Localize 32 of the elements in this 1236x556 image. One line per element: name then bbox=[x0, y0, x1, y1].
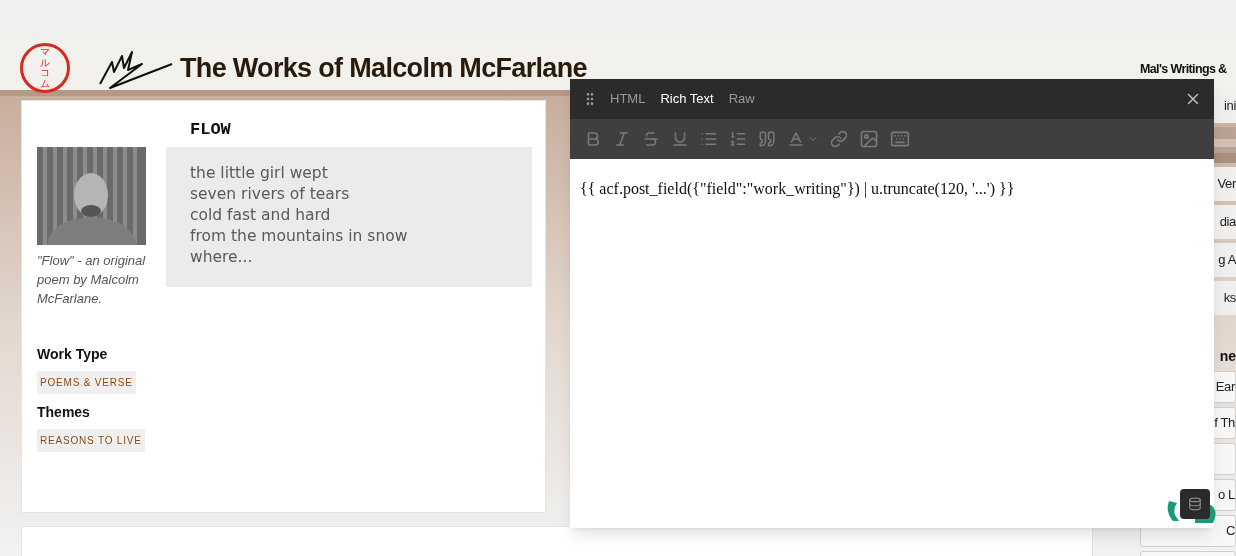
strikethrough-icon[interactable] bbox=[642, 130, 660, 148]
keyboard-icon[interactable] bbox=[890, 129, 910, 149]
term-tag[interactable]: REASONS TO LIVE bbox=[37, 429, 145, 452]
stamp-text: マルコム bbox=[40, 47, 50, 89]
text-color-button[interactable] bbox=[787, 130, 819, 148]
taxonomy-label: Themes bbox=[37, 403, 91, 422]
database-button[interactable] bbox=[1180, 489, 1210, 519]
poem-line: seven rivers of tears bbox=[190, 183, 351, 205]
editor-content[interactable]: {{ acf.post_field({"field":"work_writing"}) | u.truncate(120, '...') }} bbox=[580, 177, 1204, 201]
poem-line: from the mountains in snow bbox=[190, 225, 409, 247]
site-title: The Works of Malcolm McFarlane bbox=[180, 51, 587, 85]
poem-line: the little girl wept bbox=[190, 162, 329, 184]
editor-tab[interactable]: Rich Text bbox=[660, 89, 714, 109]
term-tag[interactable]: POEMS & VERSE bbox=[37, 371, 136, 394]
poem-line: where... bbox=[190, 246, 254, 268]
database-icon bbox=[1188, 497, 1202, 511]
text-color-icon bbox=[787, 130, 805, 148]
numbered-list-icon[interactable] bbox=[729, 130, 747, 148]
quote-icon[interactable] bbox=[758, 130, 776, 148]
bullet-list-icon[interactable] bbox=[700, 130, 718, 148]
italic-icon[interactable] bbox=[613, 130, 631, 148]
work-title: FLOW bbox=[189, 119, 232, 141]
image-icon[interactable] bbox=[859, 129, 879, 149]
taxonomy-label: Work Type bbox=[37, 345, 109, 364]
sidebar-heading: ne bbox=[1218, 347, 1236, 367]
underline-icon[interactable] bbox=[671, 130, 689, 148]
editor-tab[interactable]: HTML bbox=[610, 89, 646, 109]
sidebar-title: Mal's Writings & bbox=[1140, 61, 1228, 78]
editor-tab[interactable]: Raw bbox=[728, 89, 755, 109]
photo-caption: "Flow" - an original poem by Malcolm McFarlane. bbox=[37, 252, 146, 308]
link-icon[interactable] bbox=[830, 130, 848, 148]
poem-line: cold fast and hard bbox=[190, 204, 332, 226]
